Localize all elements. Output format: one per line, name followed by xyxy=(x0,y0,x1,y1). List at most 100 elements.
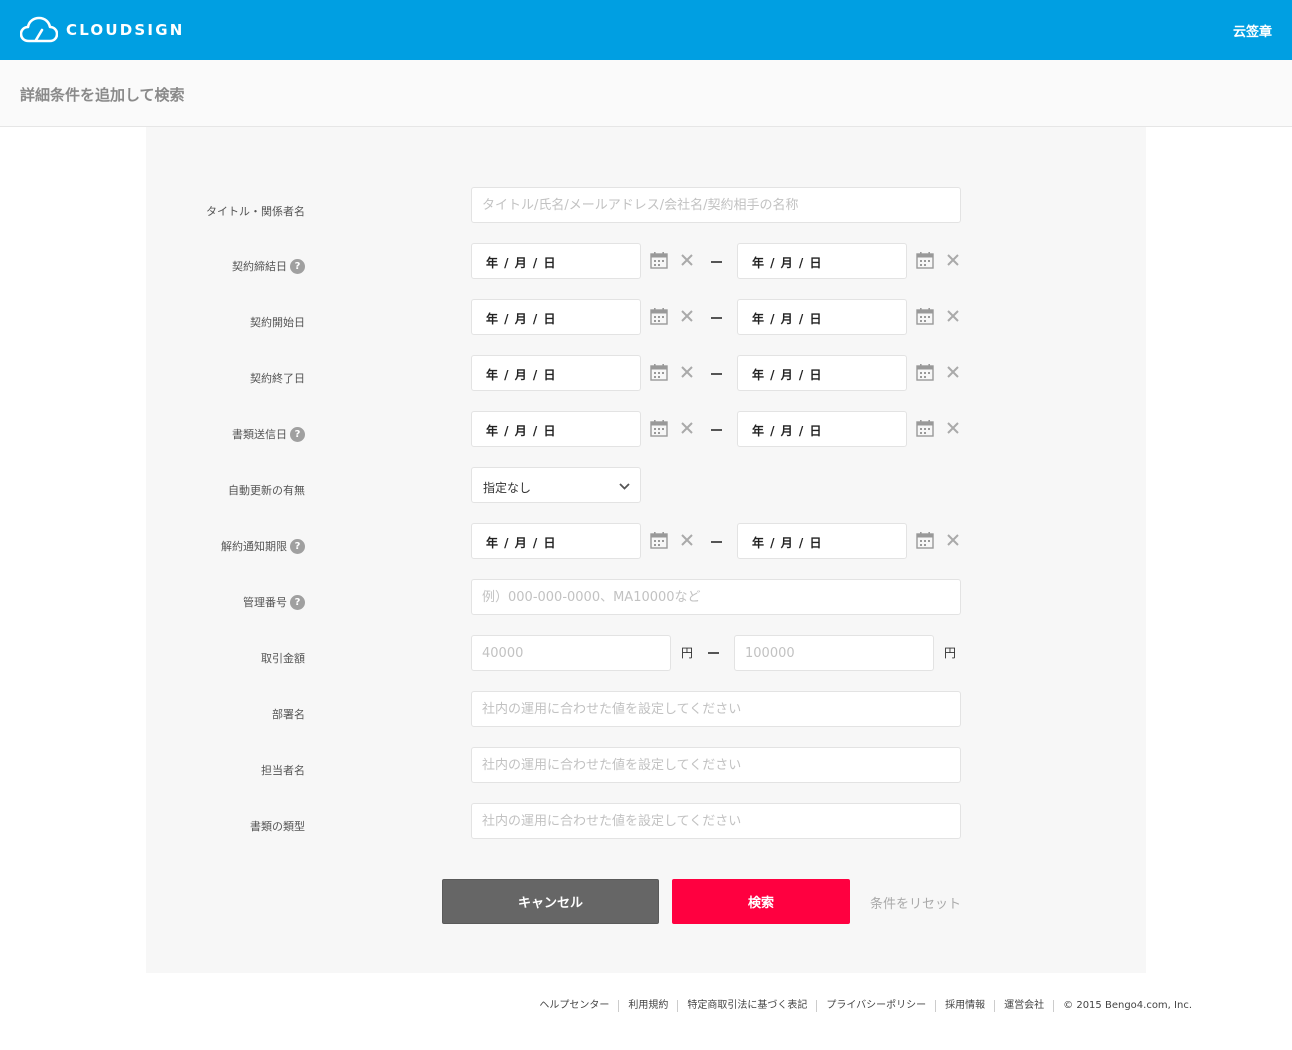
department-input[interactable] xyxy=(472,692,960,726)
reset-conditions-link[interactable]: 条件をリセット xyxy=(870,893,961,912)
page-title: 詳細条件を追加して検索 xyxy=(20,86,185,104)
end-date-from-input[interactable]: 年 / 月 / 日 xyxy=(471,355,641,391)
sent-date-from-input[interactable]: 年 / 月 / 日 xyxy=(471,411,641,447)
calendar-icon[interactable] xyxy=(650,532,668,549)
date-placeholder: 年 / 月 / 日 xyxy=(486,536,557,550)
date-placeholder: 年 / 月 / 日 xyxy=(752,256,823,270)
range-dash xyxy=(711,541,722,543)
sent-date-to-input[interactable]: 年 / 月 / 日 xyxy=(737,411,907,447)
clear-icon[interactable] xyxy=(680,365,694,379)
range-dash xyxy=(711,261,722,263)
end-date-to-input[interactable]: 年 / 月 / 日 xyxy=(737,355,907,391)
clear-icon[interactable] xyxy=(946,365,960,379)
title-search-input-wrap xyxy=(471,187,961,223)
label-text: 契約締結日 xyxy=(232,260,287,273)
search-button[interactable]: 検索 xyxy=(672,879,850,924)
yen-unit: 円 xyxy=(944,646,957,660)
calendar-icon[interactable] xyxy=(650,420,668,437)
person-input-wrap xyxy=(471,747,961,783)
person-label: 担当者名 xyxy=(261,762,305,778)
auto-renew-select[interactable]: 指定なし xyxy=(471,467,641,503)
range-dash xyxy=(711,429,722,431)
management-no-label: 管理番号? xyxy=(243,594,305,610)
label-text: タイトル・関係者名 xyxy=(206,205,305,218)
calendar-icon[interactable] xyxy=(916,252,934,269)
department-label: 部署名 xyxy=(272,706,305,722)
help-icon[interactable]: ? xyxy=(290,426,305,442)
contract-date-to-input[interactable]: 年 / 月 / 日 xyxy=(737,243,907,279)
footer-link-privacy[interactable]: プライバシーポリシー xyxy=(816,1000,935,1012)
search-form-panel: タイトル・関係者名 契約締結日? 年 / 月 / 日 年 / 月 / 日 契約開… xyxy=(146,127,1146,973)
management-no-input[interactable] xyxy=(472,580,960,614)
clear-icon[interactable] xyxy=(680,309,694,323)
help-icon[interactable]: ? xyxy=(290,258,305,274)
management-no-input-wrap xyxy=(471,579,961,615)
amount-label: 取引金額 xyxy=(261,650,305,666)
doc-type-input[interactable] xyxy=(472,804,960,838)
calendar-icon[interactable] xyxy=(916,364,934,381)
footer-link-commercial[interactable]: 特定商取引法に基づく表記 xyxy=(677,1000,816,1012)
footer: ヘルプセンター 利用規約 特定商取引法に基づく表記 プライバシーポリシー 採用情… xyxy=(530,1000,1192,1012)
amount-max-input[interactable] xyxy=(735,636,933,670)
footer-link-help[interactable]: ヘルプセンター xyxy=(530,1000,618,1012)
date-placeholder: 年 / 月 / 日 xyxy=(486,424,557,438)
date-placeholder: 年 / 月 / 日 xyxy=(752,424,823,438)
label-text: 契約開始日 xyxy=(250,316,305,329)
help-icon[interactable]: ? xyxy=(290,594,305,610)
label-text: 部署名 xyxy=(272,708,305,721)
range-dash xyxy=(711,317,722,319)
footer-link-careers[interactable]: 採用情報 xyxy=(935,1000,994,1012)
department-input-wrap xyxy=(471,691,961,727)
cancel-notice-to-input[interactable]: 年 / 月 / 日 xyxy=(737,523,907,559)
calendar-icon[interactable] xyxy=(650,308,668,325)
label-text: 契約終了日 xyxy=(250,372,305,385)
user-name-menu[interactable]: 云签章 xyxy=(1233,21,1272,40)
clear-icon[interactable] xyxy=(946,421,960,435)
amount-min-input-wrap xyxy=(471,635,671,671)
start-date-to-input[interactable]: 年 / 月 / 日 xyxy=(737,299,907,335)
title-search-input[interactable] xyxy=(472,188,960,222)
label-text: 書類の類型 xyxy=(250,820,305,833)
cancel-notice-from-input[interactable]: 年 / 月 / 日 xyxy=(471,523,641,559)
footer-link-company[interactable]: 運営会社 xyxy=(994,1000,1053,1012)
label-text: 管理番号 xyxy=(243,596,287,609)
start-date-from-input[interactable]: 年 / 月 / 日 xyxy=(471,299,641,335)
auto-renew-label: 自動更新の有無 xyxy=(228,482,305,498)
clear-icon[interactable] xyxy=(680,533,694,547)
calendar-icon[interactable] xyxy=(916,308,934,325)
clear-icon[interactable] xyxy=(946,533,960,547)
label-text: 取引金額 xyxy=(261,652,305,665)
date-placeholder: 年 / 月 / 日 xyxy=(486,312,557,326)
person-input[interactable] xyxy=(472,748,960,782)
date-placeholder: 年 / 月 / 日 xyxy=(486,368,557,382)
end-date-label: 契約終了日 xyxy=(250,370,305,386)
clear-icon[interactable] xyxy=(680,421,694,435)
amount-max-input-wrap xyxy=(734,635,934,671)
footer-link-terms[interactable]: 利用規約 xyxy=(618,1000,677,1012)
clear-icon[interactable] xyxy=(946,309,960,323)
label-text: 解約通知期限 xyxy=(221,540,287,553)
label-text: 担当者名 xyxy=(261,764,305,777)
clear-icon[interactable] xyxy=(680,253,694,267)
cancel-button[interactable]: キャンセル xyxy=(442,879,659,924)
cloudsign-logo[interactable]: CLOUDSIGN xyxy=(20,16,184,44)
label-text: 自動更新の有無 xyxy=(228,484,305,497)
doc-type-input-wrap xyxy=(471,803,961,839)
start-date-label: 契約開始日 xyxy=(250,314,305,330)
help-icon[interactable]: ? xyxy=(290,538,305,554)
cloud-logo-icon xyxy=(20,16,58,43)
title-field-label: タイトル・関係者名 xyxy=(206,203,305,219)
calendar-icon[interactable] xyxy=(650,364,668,381)
calendar-icon[interactable] xyxy=(650,252,668,269)
amount-min-input[interactable] xyxy=(472,636,670,670)
clear-icon[interactable] xyxy=(946,253,960,267)
copyright: © 2015 Bengo4.com, Inc. xyxy=(1053,1000,1192,1012)
calendar-icon[interactable] xyxy=(916,532,934,549)
range-dash xyxy=(708,652,719,654)
date-placeholder: 年 / 月 / 日 xyxy=(486,256,557,270)
top-navigation-bar: CLOUDSIGN 云签章 xyxy=(0,0,1292,60)
doc-type-label: 書類の類型 xyxy=(250,818,305,834)
contract-date-from-input[interactable]: 年 / 月 / 日 xyxy=(471,243,641,279)
calendar-icon[interactable] xyxy=(916,420,934,437)
cancel-notice-label: 解約通知期限? xyxy=(221,538,305,554)
